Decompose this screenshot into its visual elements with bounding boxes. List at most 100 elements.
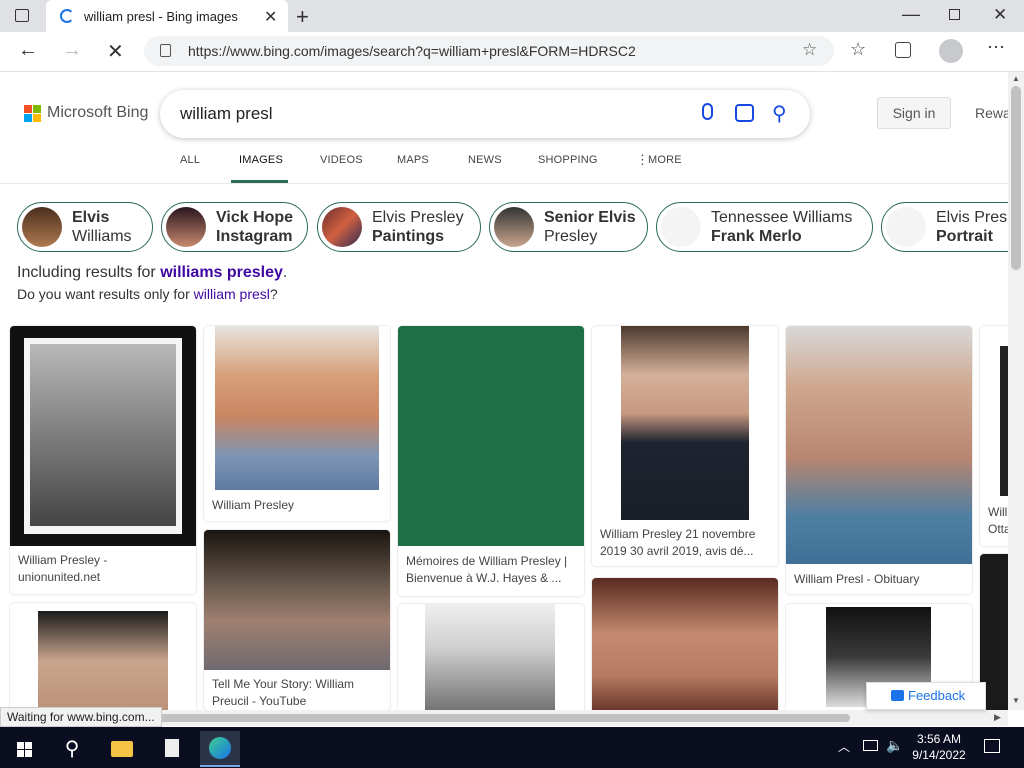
- minimize-icon[interactable]: —: [902, 4, 920, 25]
- result-image[interactable]: [215, 326, 379, 490]
- chip-thumbnail: [22, 207, 62, 247]
- clock[interactable]: 3:56 AM 9/14/2022: [908, 731, 970, 763]
- result-image[interactable]: [38, 611, 168, 710]
- result-caption[interactable]: Will Otta: [988, 504, 1008, 538]
- chip-thumbnail: [661, 207, 701, 247]
- rewards-link[interactable]: Rewa: [975, 105, 1008, 121]
- bing-logo-text[interactable]: Microsoft Bing: [47, 104, 148, 122]
- result-image[interactable]: [398, 326, 584, 546]
- microphone-icon[interactable]: [702, 103, 713, 120]
- scrollbar-thumb[interactable]: [1011, 86, 1021, 270]
- tab-all[interactable]: ALL: [180, 154, 200, 166]
- result-caption[interactable]: Tell Me Your Story: William Preucil - Yo…: [212, 676, 382, 710]
- including-link[interactable]: williams presley: [160, 264, 283, 281]
- chip-line1: Vick Hope: [216, 209, 294, 226]
- image-result-card[interactable]: [10, 603, 196, 710]
- windows-start-icon[interactable]: [4, 731, 44, 767]
- feedback-label: Feedback: [908, 688, 966, 703]
- loading-icon: [60, 9, 74, 23]
- tab-actions-icon[interactable]: [15, 9, 29, 22]
- visual-search-icon[interactable]: [735, 104, 754, 122]
- result-image[interactable]: [10, 326, 196, 546]
- document-icon[interactable]: [151, 731, 191, 767]
- chip-line1: Elvis: [72, 209, 110, 226]
- related-chip[interactable]: Vick Hope Instagram: [161, 202, 308, 252]
- result-caption[interactable]: William Presley 21 novembre 2019 30 avri…: [600, 526, 770, 560]
- tab-videos[interactable]: VIDEOS: [320, 154, 363, 166]
- tab-more[interactable]: MORE: [648, 154, 682, 166]
- scroll-right-icon[interactable]: ▶: [994, 712, 1001, 723]
- profile-avatar[interactable]: [939, 39, 963, 63]
- chip-thumbnail: [494, 207, 534, 247]
- image-result-card[interactable]: Will Otta: [980, 326, 1008, 546]
- address-bar[interactable]: https://www.bing.com/images/search?q=wil…: [144, 36, 834, 66]
- image-result-card[interactable]: Mémoires de William Presley | Bienvenue …: [398, 326, 584, 596]
- search-icon[interactable]: ⚲: [772, 101, 787, 126]
- result-caption[interactable]: William Presley - unionunited.net: [18, 552, 188, 586]
- chip-thumbnail: [322, 207, 362, 247]
- sign-in-button[interactable]: Sign in: [877, 97, 951, 129]
- volume-icon[interactable]: 🔈: [886, 737, 903, 754]
- related-chip[interactable]: Elvis Presl Portrait: [881, 202, 1008, 252]
- edge-browser-icon[interactable]: [200, 731, 240, 767]
- forward-icon[interactable]: →: [62, 39, 82, 62]
- image-result-card[interactable]: William Presley - unionunited.net: [10, 326, 196, 594]
- result-image[interactable]: [425, 604, 555, 710]
- tab-news[interactable]: NEWS: [468, 154, 502, 166]
- restore-icon[interactable]: [949, 9, 960, 20]
- result-image[interactable]: [621, 326, 749, 520]
- add-favorite-icon[interactable]: ☆: [802, 40, 817, 60]
- related-chip[interactable]: Senior Elvis Presley: [489, 202, 648, 252]
- result-caption[interactable]: Mémoires de William Presley | Bienvenue …: [406, 553, 576, 587]
- show-hidden-icons-icon[interactable]: ︿: [838, 738, 850, 755]
- chip-line2: Frank Merlo: [711, 228, 802, 245]
- result-caption[interactable]: William Presl - Obituary: [794, 571, 964, 588]
- image-result-card[interactable]: William Presley: [204, 326, 390, 521]
- collections-icon[interactable]: [895, 42, 911, 58]
- scroll-down-icon[interactable]: ▼: [1012, 696, 1020, 705]
- related-chip[interactable]: Tennessee Williams Frank Merlo: [656, 202, 873, 252]
- search-icon[interactable]: ⚲: [52, 731, 92, 767]
- related-chip[interactable]: Elvis Williams: [17, 202, 153, 252]
- url-text[interactable]: https://www.bing.com/images/search?q=wil…: [188, 43, 636, 59]
- browser-tab[interactable]: william presl - Bing images ✕: [46, 0, 288, 32]
- result-caption[interactable]: William Presley: [212, 497, 382, 514]
- tab-images[interactable]: IMAGES: [239, 154, 283, 166]
- clock-date: 9/14/2022: [912, 748, 966, 762]
- network-icon[interactable]: [863, 740, 878, 751]
- lock-icon[interactable]: [160, 44, 171, 57]
- image-result-card[interactable]: [592, 578, 778, 710]
- tab-shopping[interactable]: SHOPPING: [538, 154, 598, 166]
- result-image[interactable]: [786, 326, 972, 564]
- chip-line2: Instagram: [216, 228, 293, 245]
- notifications-icon[interactable]: [984, 739, 1000, 753]
- feedback-button[interactable]: Feedback: [866, 682, 986, 710]
- close-tab-icon[interactable]: ✕: [264, 7, 277, 27]
- new-tab-icon[interactable]: +: [296, 4, 309, 30]
- including-prefix: Including results for: [17, 264, 161, 281]
- tab-maps[interactable]: MAPS: [397, 154, 429, 166]
- result-image[interactable]: [592, 578, 778, 710]
- vertical-scrollbar[interactable]: ▲ ▼: [1008, 72, 1024, 710]
- result-image[interactable]: [204, 530, 390, 670]
- image-result-card[interactable]: [398, 604, 584, 710]
- stop-loading-icon[interactable]: ✕: [107, 39, 124, 64]
- scroll-up-icon[interactable]: ▲: [1012, 74, 1020, 83]
- close-window-icon[interactable]: ✕: [993, 5, 1007, 25]
- want-link[interactable]: william presl: [194, 286, 270, 302]
- image-result-card[interactable]: William Presl - Obituary: [786, 326, 972, 594]
- image-result-card[interactable]: Tell Me Your Story: William Preucil - Yo…: [204, 530, 390, 710]
- related-chip[interactable]: Elvis Presley Paintings: [317, 202, 481, 252]
- chip-line2: Portrait: [936, 228, 993, 245]
- file-explorer-icon[interactable]: [101, 731, 141, 767]
- chip-line1: Senior Elvis: [544, 209, 636, 226]
- image-result-card[interactable]: William Presley 21 novembre 2019 30 avri…: [592, 326, 778, 566]
- settings-more-icon[interactable]: ⋯: [987, 37, 1005, 58]
- search-box[interactable]: william presl ⚲: [160, 90, 810, 138]
- back-icon[interactable]: ←: [18, 39, 38, 62]
- search-input[interactable]: william presl: [180, 104, 273, 124]
- want-results-text: Do you want results only for william pre…: [17, 286, 278, 302]
- tab-title: william presl - Bing images: [84, 9, 238, 24]
- favorites-icon[interactable]: ☆: [850, 39, 866, 60]
- result-image[interactable]: [1000, 346, 1008, 496]
